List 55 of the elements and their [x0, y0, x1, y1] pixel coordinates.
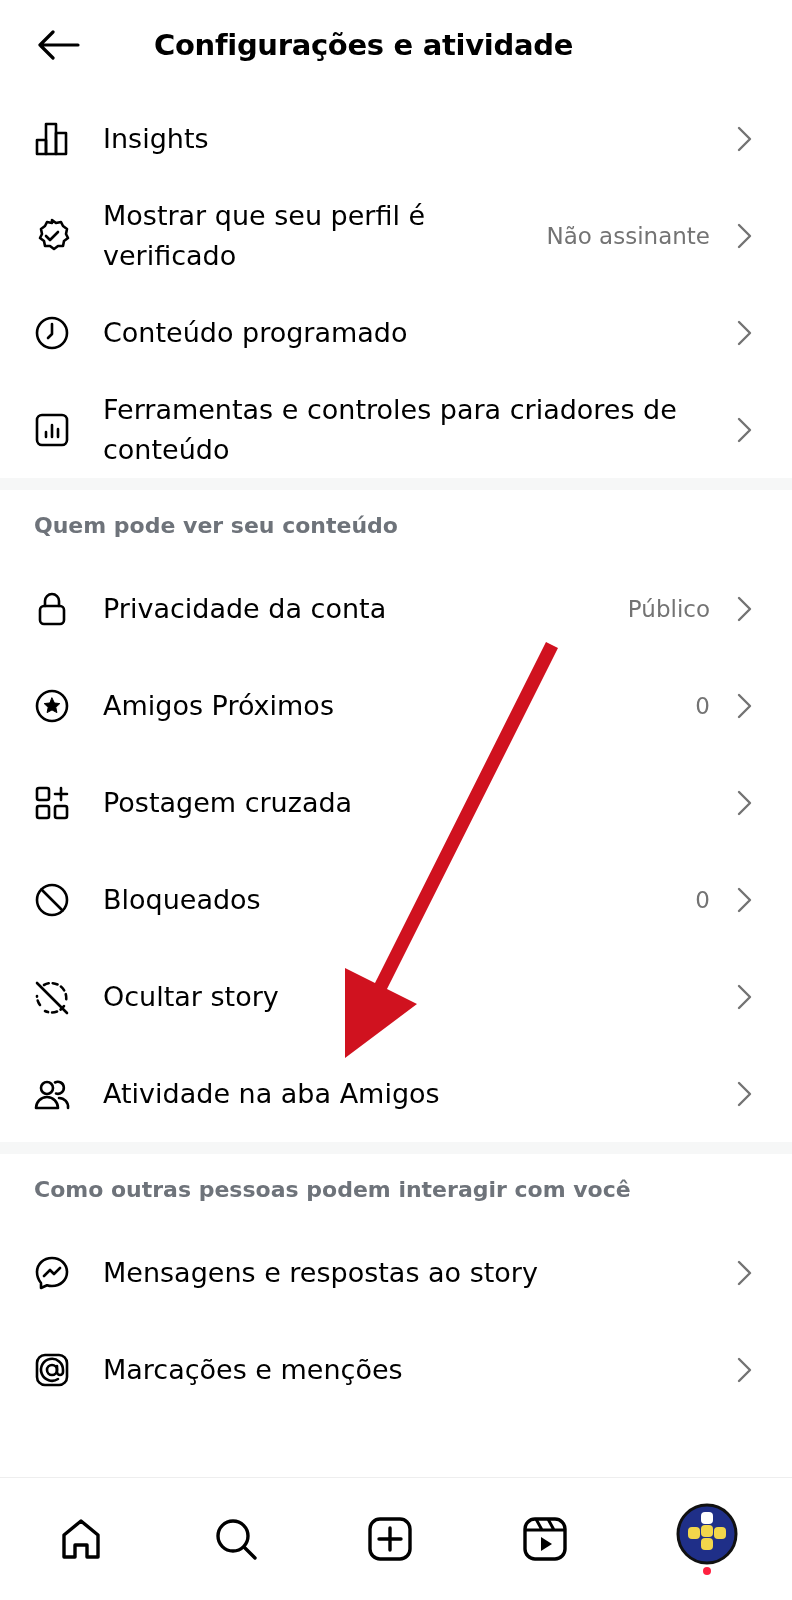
chart-box-icon: [34, 411, 70, 448]
row-label: Mostrar que seu perfil é verificado: [103, 198, 427, 273]
settings-row[interactable]: Ocultar story: [0, 948, 792, 1045]
add-icon: [367, 1516, 413, 1562]
back-arrow-icon: [36, 30, 80, 60]
row-label: Mensagens e respostas ao story: [103, 1255, 539, 1290]
chevron-right-icon: [736, 222, 752, 249]
row-label: Bloqueados: [103, 882, 262, 917]
chevron-right-icon: [736, 416, 752, 443]
chevron-right-icon: [736, 1259, 752, 1286]
grid-plus-icon: [34, 784, 70, 821]
row-label: Marcações e menções: [103, 1352, 404, 1387]
settings-row[interactable]: Mostrar que seu perfil é verificado Não assinante: [0, 187, 792, 284]
row-label: Privacidade da conta: [103, 591, 388, 626]
settings-row[interactable]: Ferramentas e controles para criadores de conteúdo: [0, 381, 792, 478]
row-value: 0: [695, 886, 710, 913]
row-label: Postagem cruzada: [103, 785, 354, 820]
settings-row[interactable]: Atividade na aba Amigos: [0, 1045, 792, 1142]
settings-row[interactable]: Amigos Próximos 0: [0, 657, 792, 754]
row-label: Conteúdo programado: [103, 315, 409, 350]
settings-row[interactable]: Postagem cruzada: [0, 754, 792, 851]
blocked-icon: [34, 881, 70, 918]
avatar-icon: [676, 1503, 738, 1565]
row-label: Ocultar story: [103, 979, 280, 1014]
star-circle-icon: [34, 687, 70, 724]
row-value: 0: [695, 692, 710, 719]
section-heading: Como outras pessoas podem interagir com você: [33, 1175, 632, 1204]
chevron-right-icon: [736, 319, 752, 346]
row-value: Público: [627, 595, 710, 622]
chevron-right-icon: [736, 789, 752, 816]
reels-icon: [521, 1516, 568, 1562]
chevron-right-icon: [736, 595, 752, 622]
chevron-right-icon: [736, 886, 752, 913]
settings-row[interactable]: Bloqueados 0: [0, 851, 792, 948]
at-sign-icon: [34, 1351, 70, 1388]
chevron-right-icon: [736, 983, 752, 1010]
messenger-icon: [34, 1254, 70, 1291]
chevron-right-icon: [736, 1080, 752, 1107]
clock-icon: [34, 314, 70, 351]
settings-row[interactable]: Marcações e menções: [0, 1321, 792, 1418]
section-heading: Quem pode ver seu conteúdo: [33, 511, 399, 540]
settings-row[interactable]: Conteúdo programado: [0, 284, 792, 381]
bar-chart-icon: [34, 120, 70, 157]
settings-row[interactable]: Mensagens e respostas ao story: [0, 1224, 792, 1321]
settings-row[interactable]: Privacidade da conta Público: [0, 560, 792, 657]
row-label: Ferramentas e controles para criadores de conteúdo: [103, 392, 678, 467]
row-label: Insights: [103, 121, 210, 156]
chevron-right-icon: [736, 1356, 752, 1383]
chevron-right-icon: [736, 125, 752, 152]
chevron-right-icon: [736, 692, 752, 719]
settings-row[interactable]: Insights: [0, 90, 792, 187]
row-label: Atividade na aba Amigos: [103, 1076, 441, 1111]
page-title: Configurações e atividade: [154, 28, 574, 62]
row-label: Amigos Próximos: [103, 688, 335, 723]
row-value: Não assinante: [546, 222, 710, 249]
